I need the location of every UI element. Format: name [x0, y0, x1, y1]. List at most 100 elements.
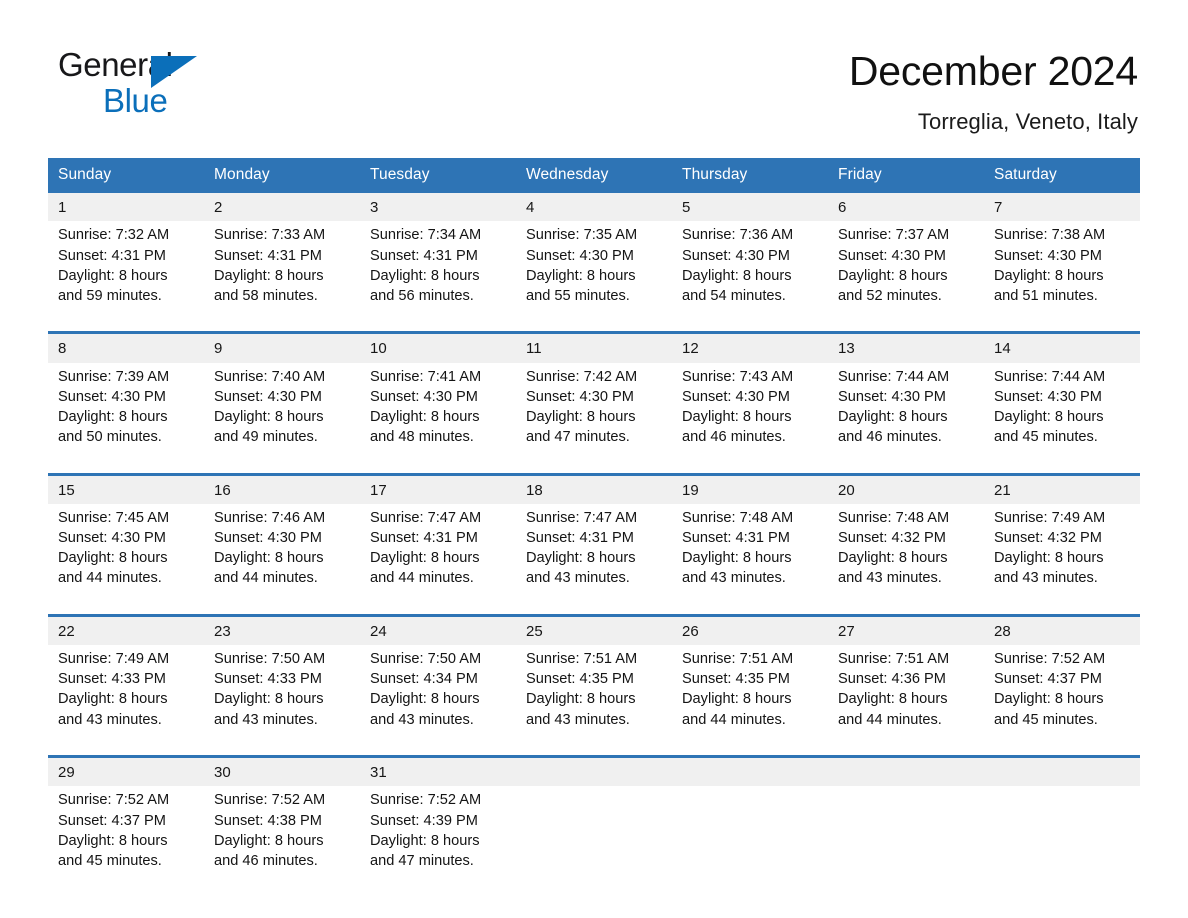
day-number[interactable]: 22: [48, 613, 204, 646]
sunset-text: Sunset: 4:36 PM: [838, 671, 946, 688]
day-number[interactable]: 30: [204, 755, 360, 787]
day-cell[interactable]: Sunrise: 7:34 AM Sunset: 4:31 PM Dayligh…: [360, 221, 516, 333]
daylight-text-line1: Daylight: 8 hours: [214, 267, 324, 284]
sunrise-text: Sunrise: 7:51 AM: [838, 651, 950, 668]
day-cell[interactable]: Sunrise: 7:39 AM Sunset: 4:30 PM Dayligh…: [48, 362, 204, 475]
sunrise-text: Sunrise: 7:38 AM: [994, 227, 1106, 244]
sunset-text: Sunset: 4:31 PM: [370, 530, 478, 547]
daylight-text-line1: Daylight: 8 hours: [994, 691, 1104, 708]
general-blue-logo[interactable]: General Blue: [58, 46, 248, 124]
day-number[interactable]: 25: [516, 613, 672, 646]
day-cell[interactable]: Sunrise: 7:46 AM Sunset: 4:30 PM Dayligh…: [204, 503, 360, 616]
day-cell[interactable]: Sunrise: 7:52 AM Sunset: 4:38 PM Dayligh…: [204, 786, 360, 897]
day-number[interactable]: 11: [516, 331, 672, 363]
day-number[interactable]: 28: [984, 613, 1140, 646]
week-info-row: Sunrise: 7:52 AM Sunset: 4:37 PM Dayligh…: [48, 786, 1140, 897]
daylight-text-line2: and 43 minutes.: [994, 570, 1098, 587]
day-number[interactable]: 17: [360, 472, 516, 504]
day-cell[interactable]: Sunrise: 7:47 AM Sunset: 4:31 PM Dayligh…: [516, 503, 672, 616]
day-cell[interactable]: Sunrise: 7:36 AM Sunset: 4:30 PM Dayligh…: [672, 221, 828, 333]
day-number[interactable]: 7: [984, 193, 1140, 222]
day-number[interactable]: 26: [672, 613, 828, 646]
day-number[interactable]: 16: [204, 472, 360, 504]
day-number[interactable]: 10: [360, 331, 516, 363]
sunset-text: Sunset: 4:30 PM: [526, 388, 634, 405]
day-cell[interactable]: Sunrise: 7:32 AM Sunset: 4:31 PM Dayligh…: [48, 221, 204, 333]
daylight-text-line1: Daylight: 8 hours: [370, 550, 480, 567]
day-number[interactable]: 24: [360, 613, 516, 646]
day-cell[interactable]: Sunrise: 7:51 AM Sunset: 4:36 PM Dayligh…: [828, 645, 984, 757]
day-number[interactable]: 1: [48, 193, 204, 222]
day-number[interactable]: 15: [48, 472, 204, 504]
day-cell[interactable]: Sunrise: 7:51 AM Sunset: 4:35 PM Dayligh…: [516, 645, 672, 757]
day-number[interactable]: 9: [204, 331, 360, 363]
day-cell[interactable]: Sunrise: 7:50 AM Sunset: 4:33 PM Dayligh…: [204, 645, 360, 757]
day-cell[interactable]: Sunrise: 7:40 AM Sunset: 4:30 PM Dayligh…: [204, 362, 360, 475]
sunrise-text: Sunrise: 7:52 AM: [370, 792, 482, 809]
day-cell[interactable]: Sunrise: 7:49 AM Sunset: 4:32 PM Dayligh…: [984, 503, 1140, 616]
day-number[interactable]: 12: [672, 331, 828, 363]
weekday-header-sunday: Sunday: [48, 158, 204, 194]
week-info-row: Sunrise: 7:49 AM Sunset: 4:33 PM Dayligh…: [48, 645, 1140, 757]
day-cell[interactable]: Sunrise: 7:52 AM Sunset: 4:37 PM Dayligh…: [48, 786, 204, 897]
weekday-header-friday: Friday: [828, 158, 984, 194]
daylight-text-line1: Daylight: 8 hours: [682, 408, 792, 425]
day-number[interactable]: 6: [828, 193, 984, 222]
day-cell-empty: [984, 786, 1140, 897]
daylight-text-line1: Daylight: 8 hours: [838, 267, 948, 284]
day-cell[interactable]: Sunrise: 7:47 AM Sunset: 4:31 PM Dayligh…: [360, 503, 516, 616]
daylight-text-line2: and 44 minutes.: [370, 570, 474, 587]
daylight-text-line2: and 45 minutes.: [58, 852, 162, 869]
daylight-text-line1: Daylight: 8 hours: [58, 691, 168, 708]
daylight-text-line1: Daylight: 8 hours: [370, 691, 480, 708]
day-cell[interactable]: Sunrise: 7:52 AM Sunset: 4:37 PM Dayligh…: [984, 645, 1140, 757]
day-number[interactable]: 3: [360, 193, 516, 222]
week-date-row: 8 9 10 11 12 13 14: [48, 331, 1140, 363]
daylight-text-line2: and 50 minutes.: [58, 429, 162, 446]
daylight-text-line2: and 44 minutes.: [214, 570, 318, 587]
sunset-text: Sunset: 4:35 PM: [526, 671, 634, 688]
day-cell[interactable]: Sunrise: 7:48 AM Sunset: 4:32 PM Dayligh…: [828, 503, 984, 616]
day-cell[interactable]: Sunrise: 7:49 AM Sunset: 4:33 PM Dayligh…: [48, 645, 204, 757]
day-number[interactable]: 2: [204, 193, 360, 222]
day-number[interactable]: 21: [984, 472, 1140, 504]
day-cell[interactable]: Sunrise: 7:43 AM Sunset: 4:30 PM Dayligh…: [672, 362, 828, 475]
day-number[interactable]: 8: [48, 331, 204, 363]
day-cell[interactable]: Sunrise: 7:38 AM Sunset: 4:30 PM Dayligh…: [984, 221, 1140, 333]
day-cell[interactable]: Sunrise: 7:41 AM Sunset: 4:30 PM Dayligh…: [360, 362, 516, 475]
day-number[interactable]: 14: [984, 331, 1140, 363]
day-number[interactable]: 18: [516, 472, 672, 504]
day-number[interactable]: 20: [828, 472, 984, 504]
day-number[interactable]: 13: [828, 331, 984, 363]
day-cell[interactable]: Sunrise: 7:37 AM Sunset: 4:30 PM Dayligh…: [828, 221, 984, 333]
calendar-header-row: Sunday Monday Tuesday Wednesday Thursday…: [48, 158, 1140, 194]
calendar-page: General Blue December 2024 Torreglia, Ve…: [0, 0, 1188, 918]
day-number[interactable]: 27: [828, 613, 984, 646]
sunset-text: Sunset: 4:34 PM: [370, 671, 478, 688]
sunrise-text: Sunrise: 7:34 AM: [370, 227, 482, 244]
daylight-text-line1: Daylight: 8 hours: [526, 691, 636, 708]
day-cell[interactable]: Sunrise: 7:48 AM Sunset: 4:31 PM Dayligh…: [672, 503, 828, 616]
day-number[interactable]: 5: [672, 193, 828, 222]
day-cell[interactable]: Sunrise: 7:42 AM Sunset: 4:30 PM Dayligh…: [516, 362, 672, 475]
sunrise-text: Sunrise: 7:51 AM: [682, 651, 794, 668]
day-cell[interactable]: Sunrise: 7:33 AM Sunset: 4:31 PM Dayligh…: [204, 221, 360, 333]
day-cell[interactable]: Sunrise: 7:35 AM Sunset: 4:30 PM Dayligh…: [516, 221, 672, 333]
day-number[interactable]: 19: [672, 472, 828, 504]
day-cell[interactable]: Sunrise: 7:51 AM Sunset: 4:35 PM Dayligh…: [672, 645, 828, 757]
sunset-text: Sunset: 4:33 PM: [58, 671, 166, 688]
day-cell[interactable]: Sunrise: 7:45 AM Sunset: 4:30 PM Dayligh…: [48, 503, 204, 616]
sunrise-text: Sunrise: 7:47 AM: [370, 509, 482, 526]
day-cell[interactable]: Sunrise: 7:50 AM Sunset: 4:34 PM Dayligh…: [360, 645, 516, 757]
day-number[interactable]: 31: [360, 755, 516, 787]
day-number[interactable]: 29: [48, 755, 204, 787]
day-cell[interactable]: Sunrise: 7:44 AM Sunset: 4:30 PM Dayligh…: [828, 362, 984, 475]
daylight-text-line1: Daylight: 8 hours: [370, 832, 480, 849]
day-number[interactable]: 4: [516, 193, 672, 222]
daylight-text-line2: and 49 minutes.: [214, 429, 318, 446]
day-cell[interactable]: Sunrise: 7:52 AM Sunset: 4:39 PM Dayligh…: [360, 786, 516, 897]
day-cell[interactable]: Sunrise: 7:44 AM Sunset: 4:30 PM Dayligh…: [984, 362, 1140, 475]
weekday-header-wednesday: Wednesday: [516, 158, 672, 194]
title-block: December 2024 Torreglia, Veneto, Italy: [849, 46, 1138, 135]
day-number[interactable]: 23: [204, 613, 360, 646]
